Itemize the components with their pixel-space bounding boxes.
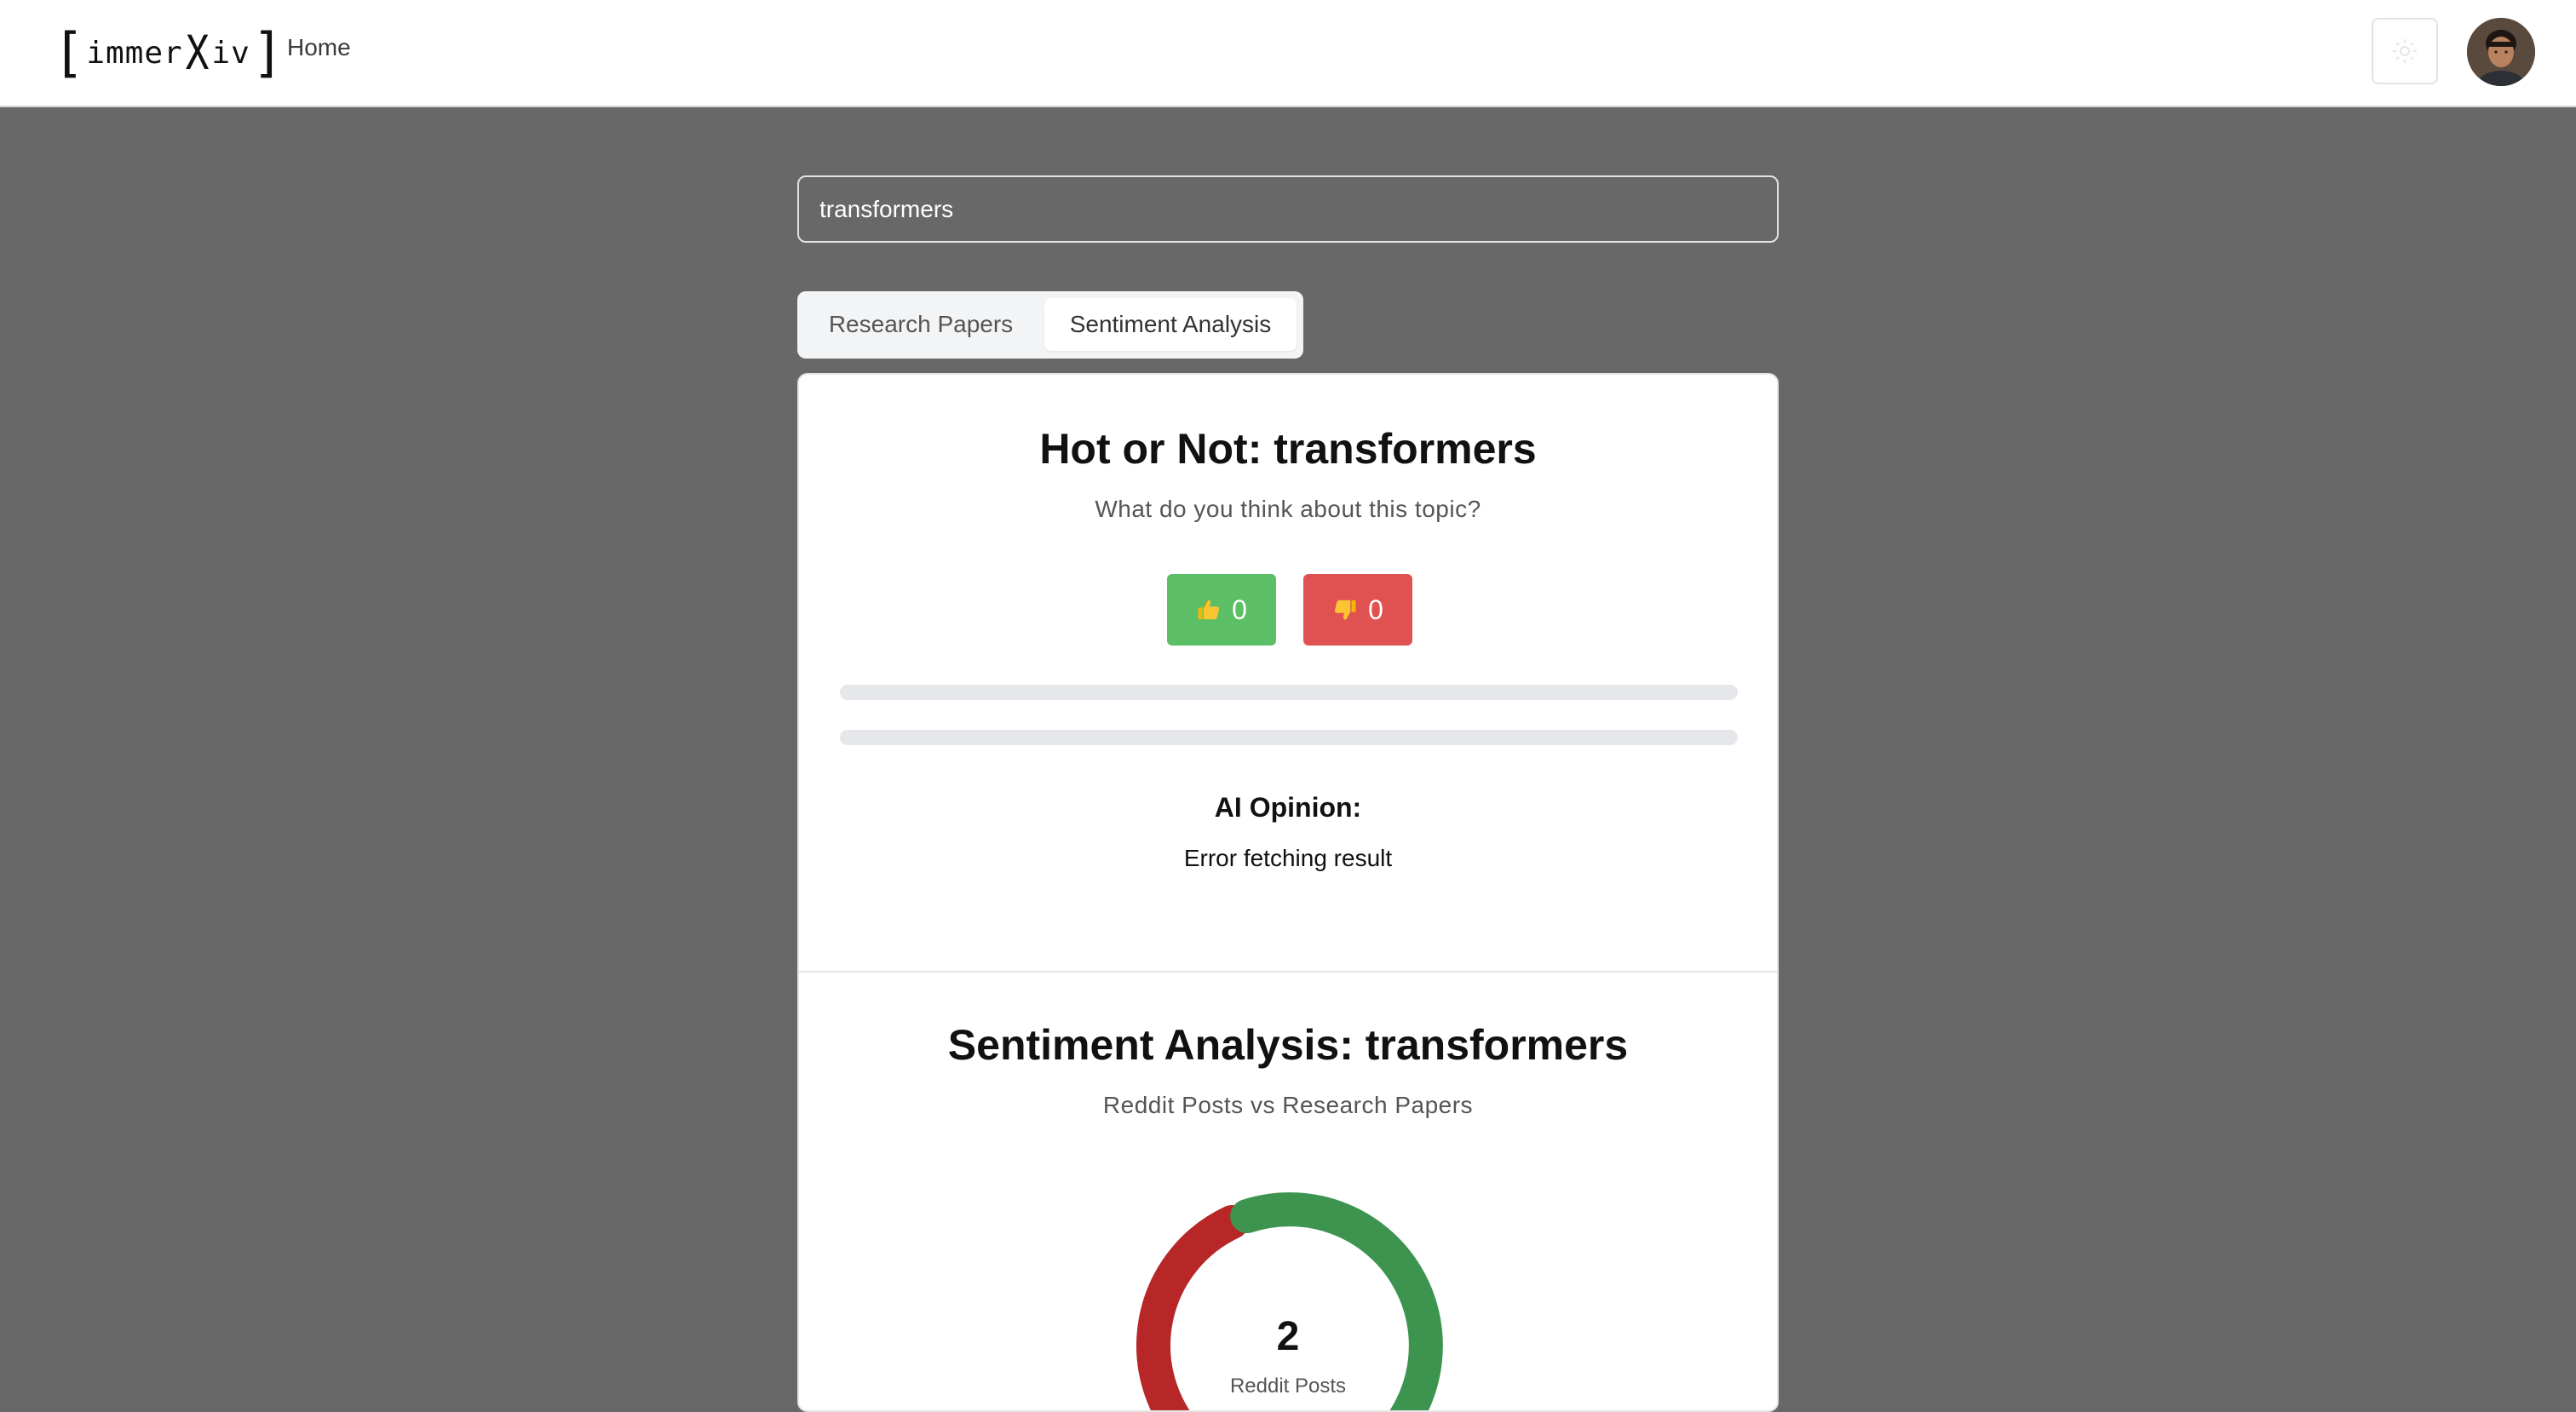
downvote-progress-bar [840,730,1738,745]
upvote-progress-bar [840,685,1738,700]
logo-left-bracket: [ [53,21,85,83]
view-tabs: Research Papers Sentiment Analysis [797,291,1303,359]
user-avatar[interactable] [2467,18,2535,86]
nav-home-link[interactable]: Home [287,34,351,61]
sentiment-analysis-subtitle: Reddit Posts vs Research Papers [1102,1092,1474,1118]
sentiment-analysis-title: Sentiment Analysis: transformers [947,1021,1629,1069]
sentiment-card: Hot or Not: transformers What do you thi… [797,373,1779,1412]
hot-or-not-subtitle: What do you think about this topic? [1095,496,1481,522]
ai-opinion-result: Error fetching result [1183,845,1393,871]
logo-suffix: iv [211,35,250,71]
downvote-count: 0 [1368,594,1383,625]
ai-opinion-heading: AI Opinion: [1214,792,1362,823]
tab-sentiment-analysis[interactable]: Sentiment Analysis [1044,298,1297,351]
logo-x-mark: X [185,25,210,81]
hot-or-not-title: Hot or Not: transformers [1039,425,1537,473]
upvote-count: 0 [1232,594,1247,625]
thumbs-up-icon [1198,600,1220,620]
top-navigation-bar: [ immer X iv ] Home [0,0,2576,107]
tab-research-papers[interactable]: Research Papers [804,298,1038,351]
search-input[interactable] [797,175,1779,243]
sun-icon [2392,38,2418,64]
section-divider [799,971,1777,973]
theme-toggle-button[interactable] [2372,18,2438,84]
avatar-portrait-icon [2467,18,2535,86]
thumbs-down-icon [1334,600,1356,620]
logo-text: immer [86,35,183,71]
immerxiv-logo[interactable]: [ immer X iv ] [53,21,285,83]
upvote-button[interactable]: 0 [1167,574,1276,646]
downvote-button[interactable]: 0 [1303,574,1412,646]
gauge-label: Reddit Posts [1229,1375,1347,1398]
logo-right-bracket: ] [251,21,285,83]
gauge-value: 2 [1276,1314,1300,1359]
